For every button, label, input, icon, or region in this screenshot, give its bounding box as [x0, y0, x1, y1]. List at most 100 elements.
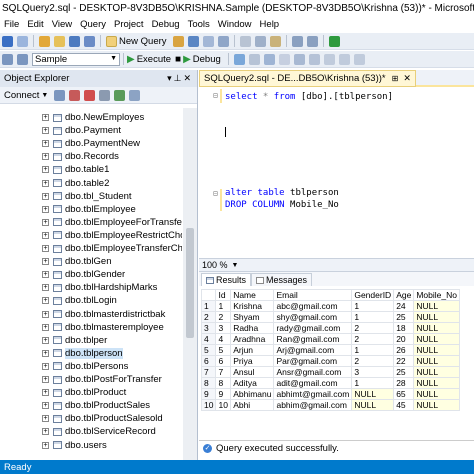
expand-icon[interactable]: +	[42, 362, 49, 370]
db-query-icon[interactable]	[172, 35, 184, 47]
table-cell[interactable]: abhimt@gmail.com	[273, 388, 353, 400]
expand-icon[interactable]: +	[42, 140, 49, 148]
expand-icon[interactable]: +	[42, 323, 49, 331]
tree-node-table[interactable]: + dbo.tblProduct	[42, 386, 126, 399]
query-editor[interactable]: ⊟ ⊟ select * from [dbo].[tblperson] alte…	[199, 89, 474, 257]
activity-monitor-icon[interactable]	[129, 89, 141, 101]
row-number[interactable]: 10	[201, 399, 217, 411]
table-cell[interactable]: NULL	[413, 311, 460, 323]
open-file-icon[interactable]	[54, 35, 65, 47]
close-tab-icon[interactable]: ✕	[403, 73, 411, 84]
table-cell[interactable]: 1	[351, 300, 395, 312]
table-cell[interactable]: Arj@gmail.com	[273, 344, 353, 356]
tab-sqlquery2[interactable]: SQLQuery2.sql - DE...DB5O\Krishna (53))*…	[199, 70, 416, 87]
parse-icon[interactable]	[233, 53, 245, 65]
start-icon[interactable]	[328, 35, 340, 47]
table-row[interactable]: 3 3 Radha rady@gmail.com 2 18 NULL	[201, 322, 460, 334]
table-cell[interactable]: Par@gmail.com	[273, 355, 353, 367]
database-select[interactable]: Sample ▼	[32, 52, 120, 66]
tree-node-table[interactable]: + dbo.tblEmployee	[42, 203, 136, 216]
tree-node-table[interactable]: + dbo.Records	[42, 150, 119, 163]
tree-node-table[interactable]: + dbo.tblmasterdistrictbak	[42, 308, 165, 321]
table-cell[interactable]: 20	[393, 333, 415, 345]
expand-icon[interactable]: +	[42, 310, 49, 318]
table-cell[interactable]: 7	[215, 366, 232, 378]
expand-icon[interactable]: +	[42, 284, 49, 292]
forward-icon[interactable]	[17, 35, 28, 47]
table-cell[interactable]: 25	[393, 311, 415, 323]
table-cell[interactable]: 26	[393, 344, 415, 356]
table-cell[interactable]: Krishna	[230, 300, 275, 312]
analysis-query-icon[interactable]	[187, 35, 199, 47]
expand-icon[interactable]: +	[42, 166, 49, 174]
expand-icon[interactable]: +	[42, 179, 49, 187]
expand-icon[interactable]: +	[42, 271, 49, 279]
table-cell[interactable]: NULL	[413, 366, 460, 378]
row-number[interactable]: 6	[201, 355, 217, 367]
estimated-plan-icon[interactable]	[263, 53, 275, 65]
new-project-icon[interactable]	[39, 35, 50, 47]
tab-messages[interactable]: Messages	[251, 273, 313, 286]
tree-node-table[interactable]: + dbo.tbl_Student	[42, 190, 132, 203]
table-row[interactable]: 7 7 Ansul Ansr@gmail.com 3 25 NULL	[201, 366, 460, 378]
row-number[interactable]: 3	[201, 322, 217, 334]
tree-node-table[interactable]: + dbo.table1	[42, 163, 109, 176]
expand-icon[interactable]: +	[42, 258, 49, 266]
tree-node-table[interactable]: + dbo.PaymentNew	[42, 137, 140, 150]
back-icon[interactable]	[2, 35, 13, 47]
table-cell[interactable]: 25	[393, 366, 415, 378]
expand-icon[interactable]: +	[42, 376, 49, 383]
row-number[interactable]: 9	[201, 388, 217, 400]
xmla-query-icon[interactable]	[202, 35, 214, 47]
tree-node-table[interactable]: + dbo.tblEmployeeRestrictChoice	[42, 229, 182, 242]
connect-button[interactable]: Connect	[4, 90, 39, 101]
corner-cell[interactable]	[201, 289, 217, 301]
intellisense-icon[interactable]	[278, 53, 290, 65]
menu-edit[interactable]: Edit	[23, 19, 47, 30]
expand-icon[interactable]: +	[42, 336, 49, 344]
table-cell[interactable]: 65	[393, 388, 415, 400]
table-row[interactable]: 4 4 Aradhna Ran@gmail.com 2 20 NULL	[201, 333, 460, 345]
tree-node-table[interactable]: + dbo.tblPostForTransfer	[42, 373, 162, 386]
table-cell[interactable]: NULL	[413, 399, 460, 411]
menu-project[interactable]: Project	[110, 19, 148, 30]
tree-node-table[interactable]: + dbo.tblLogin	[42, 294, 117, 307]
table-cell[interactable]: abhim@gmail.com	[273, 399, 353, 411]
row-number[interactable]: 5	[201, 344, 217, 356]
expand-icon[interactable]: +	[42, 441, 49, 449]
results-grid-icon[interactable]	[323, 53, 335, 65]
table-cell[interactable]: 10	[215, 399, 232, 411]
collapse-icon[interactable]: ⊟	[213, 91, 218, 100]
menu-file[interactable]: File	[0, 19, 23, 30]
zoom-dropdown-icon[interactable]: ▼	[232, 262, 239, 269]
table-cell[interactable]: 3	[215, 322, 232, 334]
table-cell[interactable]: Ran@gmail.com	[273, 333, 353, 345]
table-cell[interactable]: NULL	[351, 399, 395, 411]
table-cell[interactable]: 8	[215, 377, 232, 389]
dax-query-icon[interactable]	[217, 35, 229, 47]
table-cell[interactable]: Shyam	[230, 311, 275, 323]
collapse-icon[interactable]: ⊟	[213, 189, 218, 198]
table-cell[interactable]: 1	[215, 300, 232, 312]
table-cell[interactable]: Priya	[230, 355, 275, 367]
tree-node-table[interactable]: + dbo.tblEmployeeForTransfer	[42, 216, 182, 229]
table-row[interactable]: 2 2 Shyam shy@gmail.com 1 25 NULL	[201, 311, 460, 323]
table-cell[interactable]: NULL	[413, 344, 460, 356]
expand-icon[interactable]: +	[42, 428, 49, 436]
table-cell[interactable]: rady@gmail.com	[273, 322, 353, 334]
table-row[interactable]: 5 5 Arjun Arj@gmail.com 1 26 NULL	[201, 344, 460, 356]
column-header[interactable]: Age	[393, 289, 415, 301]
menu-debug[interactable]: Debug	[148, 19, 184, 30]
row-number[interactable]: 2	[201, 311, 217, 323]
expand-icon[interactable]: +	[42, 114, 49, 121]
paste-icon[interactable]	[269, 35, 281, 47]
tree-node-table[interactable]: + dbo.tblEmployeeTransferChoice	[42, 242, 182, 255]
debug-button[interactable]: Debug	[193, 54, 221, 65]
refresh-icon[interactable]	[114, 89, 126, 101]
menu-window[interactable]: Window	[214, 19, 256, 30]
table-cell[interactable]: 24	[393, 300, 415, 312]
table-cell[interactable]: abc@gmail.com	[273, 300, 353, 312]
table-cell[interactable]: NULL	[351, 388, 395, 400]
expand-icon[interactable]: +	[42, 218, 49, 226]
column-header[interactable]: Mobile_No	[413, 289, 460, 301]
